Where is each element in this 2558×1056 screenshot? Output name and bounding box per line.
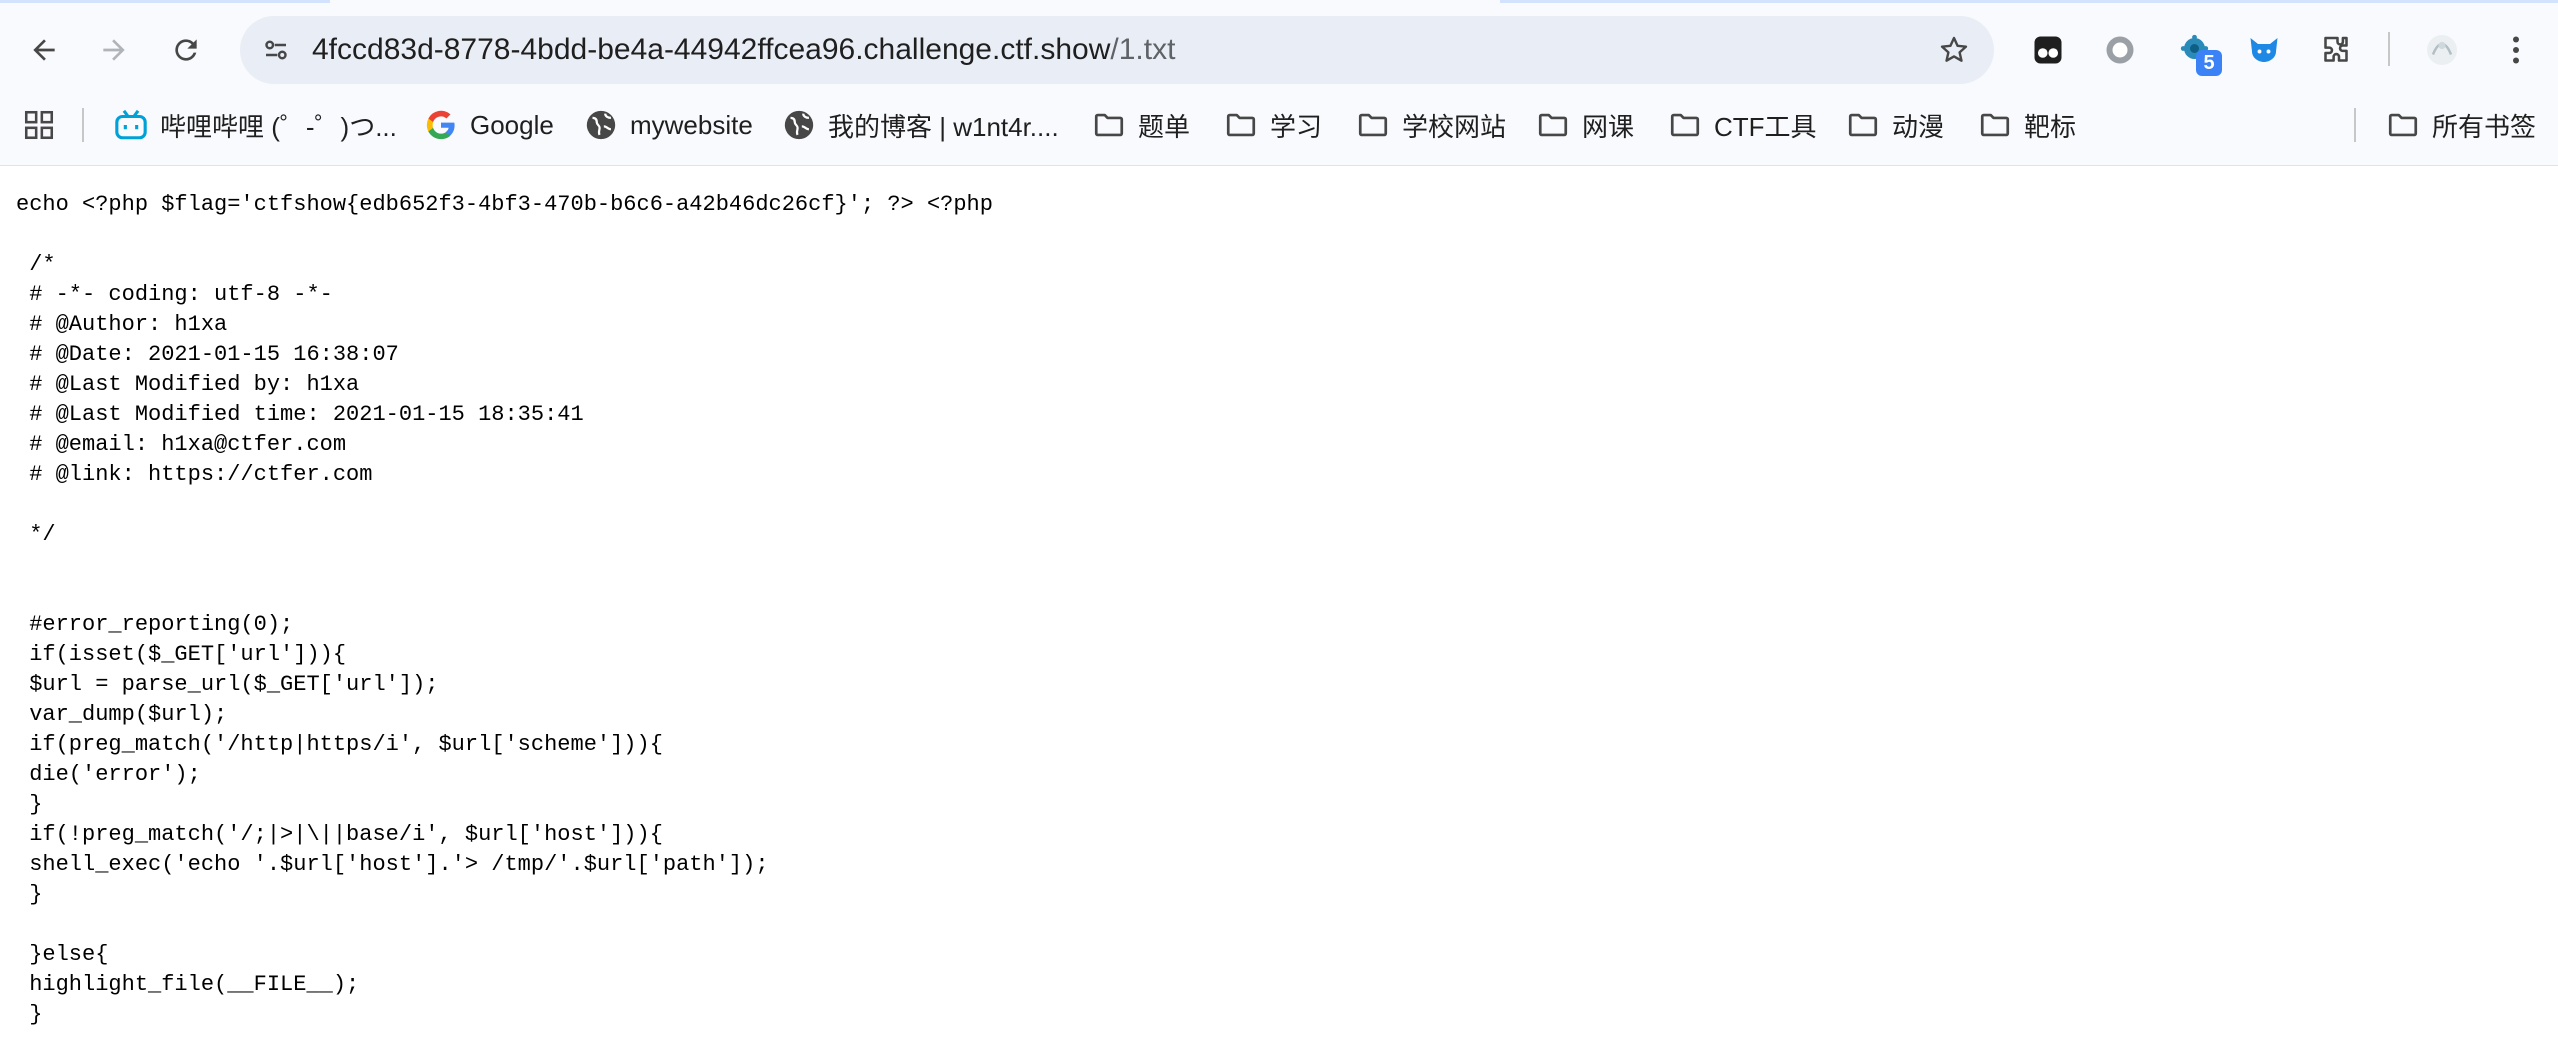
bilibili-icon [114, 108, 148, 142]
profile-button[interactable] [2416, 24, 2468, 76]
bookmark-label: 哔哩哔哩 (゜-゜)つ... [160, 111, 397, 142]
code-line: highlight_file(__FILE__); [16, 972, 360, 997]
code-line: shell_exec('echo '.$url['host'].'> /tmp/… [16, 852, 769, 877]
code-line: $url = parse_url($_GET['url']); [16, 672, 439, 697]
menu-button[interactable] [2490, 24, 2542, 76]
globe-icon [782, 108, 816, 142]
bookmark-folder-all[interactable]: 所有书签 [2386, 100, 2536, 150]
code-line: # @Author: h1xa [16, 312, 228, 337]
code-line: # @Date: 2021-01-15 16:38:07 [16, 342, 399, 367]
bookmark-label: 学习 [1270, 111, 1323, 142]
forward-button[interactable] [86, 22, 142, 78]
extension-circle-button[interactable] [2094, 24, 2146, 76]
folder-icon [1668, 108, 1702, 142]
url-path: /1.txt [1110, 33, 1176, 66]
toolbar: 4fccd83d-8778-4bdd-be4a-44942ffcea96.cha… [0, 10, 2558, 90]
bookmarks-bar: 哔哩哔哩 (゜-゜)つ... Google mywebsite 我的博客 | w… [0, 100, 2558, 150]
code-line: # @Last Modified by: h1xa [16, 372, 360, 397]
bookmark-label: 网课 [1582, 111, 1635, 142]
bookmark-label: 我的博客 | w1nt4r.... [828, 111, 1059, 142]
bookmark-google[interactable]: Google [424, 100, 554, 150]
bookmark-bilibili[interactable]: 哔哩哔哩 (゜-゜)つ... [114, 100, 397, 150]
bookmark-folder-tidan[interactable]: 题单 [1092, 100, 1190, 150]
back-button[interactable] [16, 22, 72, 78]
browser-chrome: 4fccd83d-8778-4bdd-be4a-44942ffcea96.cha… [0, 0, 2558, 166]
bookmark-label: 所有书签 [2432, 111, 2537, 142]
code-line: if(isset($_GET['url'])){ [16, 642, 347, 667]
code-line: # @Last Modified time: 2021-01-15 18:35:… [16, 402, 584, 427]
bookmark-mywebsite[interactable]: mywebsite [584, 100, 753, 150]
extension-tampermonkey-icon [2034, 36, 2062, 64]
apps-grid-icon [22, 108, 56, 142]
extension-circle-icon [2106, 36, 2134, 64]
bookmark-star-button[interactable] [1928, 24, 1980, 76]
bookmarks-separator [2354, 108, 2356, 142]
page-content: echo <?php $flag='ctfshow{edb652f3-4bf3-… [0, 166, 2558, 1056]
code-line: if(preg_match('/http|https/i', $url['sch… [16, 732, 663, 757]
code-line: # -*- coding: utf-8 -*- [16, 282, 333, 307]
code-line: # @email: h1xa@ctfer.com [16, 432, 347, 457]
bookmark-label: CTF工具 [1714, 111, 1817, 142]
bookmark-label: mywebsite [630, 109, 753, 140]
bookmark-blog[interactable]: 我的博客 | w1nt4r.... [782, 100, 1059, 150]
code-line: die('error'); [16, 762, 201, 787]
reload-button[interactable] [158, 22, 214, 78]
profile-avatar-icon [2427, 35, 2457, 65]
bookmark-folder-anime[interactable]: 动漫 [1846, 100, 1944, 150]
folder-icon [2386, 108, 2420, 142]
extension-gear-button[interactable]: 5 [2170, 24, 2222, 76]
code-line: var_dump($url); [16, 702, 228, 727]
code-line: */ [16, 522, 56, 547]
code-line: #error_reporting(0); [16, 612, 294, 637]
extension-tampermonkey-button[interactable] [2022, 24, 2074, 76]
code-line: /* [16, 252, 56, 277]
extension-fox-icon [2250, 38, 2278, 62]
extension-badge: 5 [2196, 50, 2222, 76]
code-line: # @link: https://ctfer.com [16, 462, 373, 487]
bookmark-label: Google [470, 109, 554, 140]
folder-icon [1356, 108, 1390, 142]
bookmark-folder-wangke[interactable]: 网课 [1536, 100, 1634, 150]
extensions-button[interactable] [2310, 24, 2362, 76]
star-icon [1940, 36, 1968, 62]
folder-icon [1846, 108, 1880, 142]
tab-strip-edge [0, 0, 330, 3]
code-line: }else{ [16, 942, 109, 967]
bookmark-label: 题单 [1138, 111, 1191, 142]
site-info-button[interactable] [252, 26, 300, 74]
apps-button[interactable] [22, 100, 68, 150]
folder-icon [1978, 108, 2012, 142]
bookmark-label: 靶标 [2024, 111, 2077, 142]
code-line: if(!preg_match('/;|>|\||base/i', $url['h… [16, 822, 663, 847]
code-line-echo-flag: echo <?php $flag='ctfshow{edb652f3-4bf3-… [16, 192, 993, 217]
tab-strip-edge [1500, 0, 2558, 3]
code-line: } [16, 792, 43, 817]
toolbar-separator [2388, 32, 2390, 66]
extension-fox-button[interactable] [2238, 24, 2290, 76]
reload-icon [175, 39, 197, 61]
bookmark-folder-xuexi[interactable]: 学习 [1224, 100, 1322, 150]
forward-arrow-icon [103, 39, 125, 61]
bookmark-folder-ctf-tools[interactable]: CTF工具 [1668, 100, 1817, 150]
url-host: 4fccd83d-8778-4bdd-be4a-44942ffcea96.cha… [312, 33, 1111, 66]
globe-icon [584, 108, 618, 142]
bookmark-label: 学校网站 [1402, 111, 1507, 142]
back-arrow-icon [33, 39, 55, 61]
bookmark-folder-target[interactable]: 靶标 [1978, 100, 2076, 150]
code-line: } [16, 882, 43, 907]
bookmark-folder-school[interactable]: 学校网站 [1356, 100, 1506, 150]
bookmark-label: 动漫 [1892, 111, 1945, 142]
tune-icon [265, 40, 287, 60]
address-bar[interactable]: 4fccd83d-8778-4bdd-be4a-44942ffcea96.cha… [240, 16, 1994, 84]
folder-icon [1536, 108, 1570, 142]
menu-kebab-icon [2513, 36, 2519, 64]
url-text[interactable]: 4fccd83d-8778-4bdd-be4a-44942ffcea96.cha… [312, 16, 1175, 84]
code-line: } [16, 1002, 43, 1027]
folder-icon [1092, 108, 1126, 142]
bookmarks-separator [82, 108, 84, 142]
folder-icon [1224, 108, 1258, 142]
extensions-puzzle-icon [2324, 36, 2348, 62]
google-icon [424, 108, 458, 142]
